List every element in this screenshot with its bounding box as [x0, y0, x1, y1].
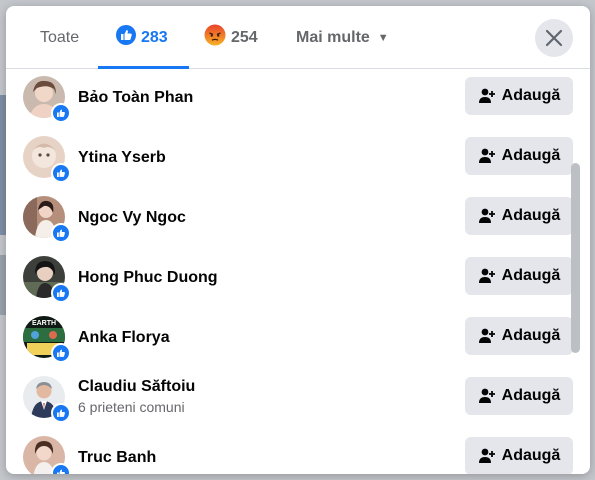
list-item: Ngoc Vy Ngoc Adaugă: [6, 187, 590, 247]
add-friend-icon: [478, 88, 495, 103]
tab-all-label: Toate: [40, 28, 80, 46]
close-button[interactable]: [535, 19, 573, 57]
add-friend-button[interactable]: Adaugă: [465, 77, 573, 115]
add-friend-icon: [478, 268, 495, 283]
reactions-dialog: Toate 283 254 Mai multe ▼ Bảo Toàn Phan …: [6, 6, 590, 474]
person-name[interactable]: Anka Florya: [78, 329, 170, 347]
add-friend-button[interactable]: Adaugă: [465, 377, 573, 415]
like-badge-icon: [51, 403, 71, 423]
add-friend-label: Adaugă: [501, 327, 561, 344]
tab-all[interactable]: Toate: [40, 6, 79, 69]
caret-down-icon: ▼: [377, 31, 389, 44]
add-friend-icon: [478, 328, 495, 343]
tab-more[interactable]: Mai multe ▼: [296, 6, 389, 69]
list-item: Hong Phuc Duong Adaugă: [6, 247, 590, 307]
like-badge-icon: [51, 283, 71, 303]
person-name[interactable]: Ytina Yserb: [78, 149, 166, 167]
person-name[interactable]: Bảo Toàn Phan: [78, 89, 193, 107]
add-friend-button[interactable]: Adaugă: [465, 317, 573, 355]
like-badge-icon: [51, 103, 71, 123]
tab-angry[interactable]: 254: [204, 6, 258, 69]
person-name[interactable]: Claudiu Săftoiu: [78, 378, 195, 396]
tab-more-label: Mai multe: [296, 28, 370, 46]
like-icon: [116, 25, 136, 50]
add-friend-icon: [478, 208, 495, 223]
add-friend-button[interactable]: Adaugă: [465, 137, 573, 175]
like-badge-icon: [51, 463, 71, 474]
add-friend-label: Adaugă: [501, 207, 561, 224]
like-badge-icon: [51, 343, 71, 363]
list-item: Ytina Yserb Adaugă: [6, 127, 590, 187]
person-name[interactable]: Ngoc Vy Ngoc: [78, 209, 186, 227]
scrollbar-thumb[interactable]: [571, 163, 580, 353]
person-name[interactable]: Truc Banh: [78, 449, 156, 467]
angry-count: 254: [231, 28, 258, 46]
add-friend-icon: [478, 448, 495, 463]
add-friend-button[interactable]: Adaugă: [465, 197, 573, 235]
add-friend-button[interactable]: Adaugă: [465, 437, 573, 474]
avatar-caption: EARTH: [32, 320, 56, 327]
add-friend-label: Adaugă: [501, 387, 561, 404]
add-friend-icon: [478, 148, 495, 163]
add-friend-label: Adaugă: [501, 447, 561, 464]
people-list: Bảo Toàn Phan Adaugă Ytina Yserb Adaugă …: [6, 69, 590, 474]
tab-like[interactable]: 283: [116, 6, 168, 69]
add-friend-label: Adaugă: [501, 147, 561, 164]
person-name[interactable]: Hong Phuc Duong: [78, 269, 218, 287]
mutual-friends-count[interactable]: 6 prieteni comuni: [78, 399, 185, 415]
close-icon: [545, 29, 563, 47]
like-badge-icon: [51, 163, 71, 183]
angry-emoji-icon: [204, 24, 226, 51]
list-item: Claudiu Săftoiu 6 prieteni comuni Adaugă: [6, 367, 590, 427]
like-count: 283: [141, 28, 168, 46]
list-item: EARTH Anka Florya Adaugă: [6, 307, 590, 367]
list-item: Truc Banh Adaugă: [6, 427, 590, 474]
add-friend-button[interactable]: Adaugă: [465, 257, 573, 295]
add-friend-label: Adaugă: [501, 87, 561, 104]
add-friend-icon: [478, 388, 495, 403]
list-item: Bảo Toàn Phan Adaugă: [6, 69, 590, 127]
add-friend-label: Adaugă: [501, 267, 561, 284]
like-badge-icon: [51, 223, 71, 243]
reactions-tab-bar: Toate 283 254 Mai multe ▼: [6, 6, 590, 69]
